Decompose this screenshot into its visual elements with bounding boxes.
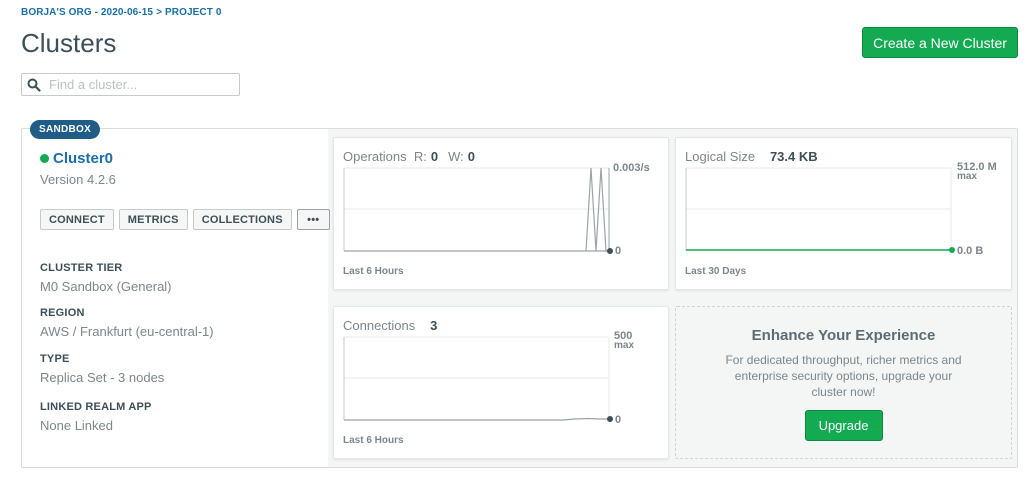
operations-chart-card[interactable]: 0.003/s 0 Operations R: 0 W: 0 Last 6 Hours [333, 137, 669, 290]
info-value: None Linked [40, 418, 113, 433]
page-title: Clusters [21, 28, 117, 58]
create-cluster-button[interactable]: Create a New Cluster [862, 27, 1018, 58]
info-type: TYPE Replica Set - 3 nodes [40, 353, 164, 385]
breadcrumb-project-link[interactable]: PROJECT 0 [165, 7, 221, 18]
info-value: Replica Set - 3 nodes [40, 370, 165, 385]
connections-chart-card[interactable]: 500 max 0 Connections 3 Last 6 Hours [333, 306, 669, 459]
info-cluster-tier: CLUSTER TIER M0 Sandbox (General) [40, 262, 172, 294]
operations-w-label: W: [448, 149, 464, 164]
connections-title: Connections 3 [343, 318, 447, 333]
logical-size-title: Logical Size 73.4 KB [685, 149, 828, 164]
info-linked-realm-app: LINKED REALM APP None Linked [40, 401, 152, 433]
breadcrumb-org-link[interactable]: BORJA'S ORG - 2020-06-15 [21, 7, 153, 18]
info-label: TYPE [40, 353, 70, 365]
collections-button[interactable]: COLLECTIONS [192, 209, 292, 230]
connections-footer: Last 6 Hours [343, 435, 404, 446]
operations-title-text: Operations [343, 149, 407, 164]
cluster-actions: CONNECT METRICS COLLECTIONS ••• [40, 209, 330, 230]
enhance-title: Enhance Your Experience [751, 327, 936, 344]
sandbox-badge: SANDBOX [30, 120, 101, 139]
connections-title-text: Connections [343, 318, 416, 333]
search-input[interactable] [47, 76, 227, 93]
operations-r-value: 0 [430, 149, 439, 164]
operations-footer: Last 6 Hours [343, 266, 404, 277]
operations-r-label: R: [413, 149, 427, 164]
connections-value: 3 [430, 318, 438, 333]
connections-max-sub: max [614, 340, 634, 351]
connections-min-label: 0 [615, 414, 621, 426]
metrics-button[interactable]: METRICS [118, 209, 188, 230]
enhance-panel: Enhance Your Experience For dedicated th… [675, 306, 1012, 459]
info-label: LINKED REALM APP [40, 401, 152, 413]
info-label: REGION [40, 307, 85, 319]
search-icon [27, 78, 41, 92]
info-label: CLUSTER TIER [40, 262, 123, 274]
cluster-name-text: Cluster0 [53, 150, 114, 167]
operations-min-label: 0 [615, 245, 621, 257]
cluster-name-link[interactable]: Cluster0 [40, 150, 113, 167]
info-value: AWS / Frankfurt (eu-central-1) [40, 324, 214, 339]
operations-title: Operations R: 0 W: 0 [343, 149, 485, 164]
connect-button[interactable]: CONNECT [40, 209, 114, 230]
info-region: REGION AWS / Frankfurt (eu-central-1) [40, 307, 214, 339]
logical-size-max-sub: max [957, 171, 977, 182]
enhance-description: For dedicated throughput, richer metrics… [725, 353, 962, 399]
more-options-button[interactable]: ••• [296, 209, 330, 230]
breadcrumb-separator: > [156, 7, 163, 18]
logical-size-value: 73.4 KB [769, 149, 818, 164]
logical-size-min-label: 0.0 B [957, 245, 983, 257]
search-box [21, 73, 240, 96]
upgrade-button[interactable]: Upgrade [804, 410, 883, 441]
status-dot-icon [40, 154, 49, 163]
info-value: M0 Sandbox (General) [40, 279, 172, 294]
logical-size-chart-card[interactable]: 512.0 M max 0.0 B Logical Size 73.4 KB L… [675, 137, 1012, 290]
operations-w-value: 0 [467, 149, 475, 164]
logical-size-title-text: Logical Size [685, 149, 756, 164]
cluster-version: Version 4.2.6 [40, 172, 116, 187]
breadcrumb: BORJA'S ORG - 2020-06-15 > PROJECT 0 [21, 7, 222, 18]
logical-size-footer: Last 30 Days [685, 266, 747, 277]
operations-max-label: 0.003/s [613, 162, 650, 174]
